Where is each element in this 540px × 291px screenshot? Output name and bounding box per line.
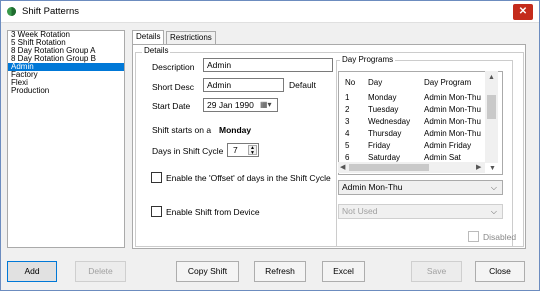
grid-vertical-scrollbar[interactable]: ▲: [485, 71, 498, 163]
description-input[interactable]: Admin: [203, 58, 333, 72]
start-date-label: Start Date: [152, 101, 191, 111]
day-programs-label: Day Programs: [340, 55, 396, 64]
delete-button[interactable]: Delete: [75, 261, 126, 282]
shift-pattern-list[interactable]: 3 Week Rotation 5 Shift Rotation 8 Day R…: [7, 30, 125, 248]
spin-down-icon[interactable]: ▼: [249, 151, 256, 156]
grid-horizontal-scrollbar[interactable]: ◀ ▶: [338, 162, 485, 173]
table-cell: 4: [345, 129, 350, 138]
starts-on-label: Shift starts on a: [152, 125, 212, 135]
title-bar: Shift Patterns: [1, 1, 539, 23]
tab-restrictions[interactable]: Restrictions: [166, 31, 216, 44]
details-group-label: Details: [142, 46, 171, 55]
list-item[interactable]: Production: [8, 87, 124, 95]
device-select-value: Not Used: [342, 206, 378, 216]
device-checkbox[interactable]: [151, 206, 162, 217]
disabled-label: Disabled: [483, 232, 517, 242]
chevron-down-icon: ⌵: [490, 183, 497, 192]
table-cell: Saturday: [368, 153, 401, 162]
scroll-left-icon[interactable]: ◀: [340, 163, 345, 171]
start-date-value: 29 Jan 1990: [207, 100, 254, 110]
description-label: Description: [152, 62, 195, 72]
tab-details[interactable]: Details: [132, 30, 165, 44]
table-cell: 6: [345, 153, 350, 162]
days-in-cycle-value: 7: [233, 145, 238, 155]
table-cell: Tuesday: [368, 105, 399, 114]
starts-on-value: Monday: [219, 125, 252, 135]
days-in-cycle-label: Days in Shift Cycle: [152, 146, 224, 156]
day-program-select-value: Admin Mon-Thu: [342, 182, 403, 192]
table-cell: 2: [345, 105, 350, 114]
default-label: Default: [289, 80, 316, 90]
table-cell: Monday: [368, 93, 397, 102]
scroll-down-icon[interactable]: ▼: [489, 165, 496, 172]
scroll-up-icon[interactable]: ▲: [488, 74, 495, 81]
table-cell: Thursday: [368, 129, 402, 138]
copy-shift-button[interactable]: Copy Shift: [176, 261, 239, 282]
scroll-thumb[interactable]: [349, 164, 429, 171]
scroll-right-icon[interactable]: ▶: [476, 163, 481, 171]
column-header-day[interactable]: Day: [368, 78, 382, 87]
device-select[interactable]: Not Used ⌵: [338, 204, 503, 219]
close-button[interactable]: Close: [475, 261, 525, 282]
scroll-thumb[interactable]: [487, 95, 496, 119]
disabled-checkbox[interactable]: [468, 231, 479, 242]
spin-arrows[interactable]: ▲ ▼: [248, 145, 257, 156]
table-cell[interactable]: Admin Mon-Thu: [424, 117, 481, 126]
column-header-no[interactable]: No: [345, 78, 355, 87]
table-cell: 5: [345, 141, 350, 150]
chevron-down-icon: ⌵: [490, 207, 497, 216]
refresh-button[interactable]: Refresh: [254, 261, 306, 282]
add-button[interactable]: Add: [7, 261, 57, 282]
table-cell[interactable]: Admin Mon-Thu: [424, 105, 481, 114]
calendar-icon[interactable]: ▦▾: [260, 100, 274, 110]
device-label: Enable Shift from Device: [166, 207, 260, 217]
excel-button[interactable]: Excel: [322, 261, 365, 282]
days-in-cycle-stepper[interactable]: 7 ▲ ▼: [227, 143, 259, 157]
window-close-button[interactable]: ✕: [513, 4, 533, 20]
window-title: Shift Patterns: [22, 6, 80, 17]
offset-checkbox[interactable]: [151, 172, 162, 183]
table-cell: 1: [345, 93, 350, 102]
table-cell: Friday: [368, 141, 391, 150]
table-cell[interactable]: Admin Friday: [424, 141, 471, 150]
save-button[interactable]: Save: [411, 261, 462, 282]
table-cell: 3: [345, 117, 350, 126]
column-header-day-program[interactable]: Day Program: [424, 78, 471, 87]
short-desc-input[interactable]: Admin: [203, 78, 284, 92]
start-date-picker[interactable]: 29 Jan 1990 ▦▾: [203, 98, 278, 112]
short-desc-label: Short Desc: [152, 82, 195, 92]
shift-patterns-window: Shift Patterns ✕ 3 Week Rotation 5 Shift…: [0, 0, 540, 291]
offset-label: Enable the 'Offset' of days in the Shift…: [166, 173, 331, 183]
day-programs-grid[interactable]: No Day Day Program 1 Monday Admin Mon-Th…: [338, 71, 503, 175]
table-cell[interactable]: Admin Sat: [424, 153, 461, 162]
app-icon: [7, 7, 16, 16]
day-program-select[interactable]: Admin Mon-Thu ⌵: [338, 180, 503, 195]
table-cell[interactable]: Admin Mon-Thu: [424, 129, 481, 138]
table-cell[interactable]: Admin Mon-Thu: [424, 93, 481, 102]
table-cell: Wednesday: [368, 117, 411, 126]
